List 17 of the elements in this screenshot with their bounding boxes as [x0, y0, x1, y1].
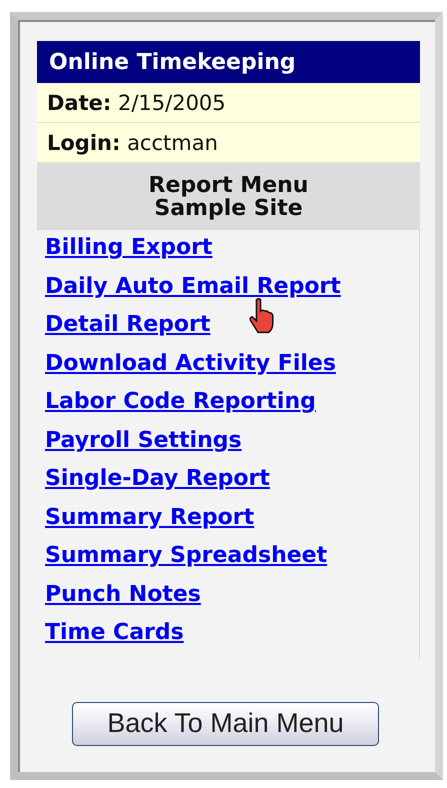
report-link[interactable]: Billing Export [45, 234, 212, 262]
report-link[interactable]: Summary Report [45, 504, 254, 531]
report-link[interactable]: Time Cards [45, 619, 184, 646]
report-link[interactable]: Detail Report [45, 311, 210, 338]
info-row: Date: 2/15/2005 [47, 90, 226, 114]
report-link[interactable]: Single-Day Report [45, 465, 270, 492]
report-link[interactable]: Download Activity Files [45, 350, 336, 377]
report-link[interactable]: Punch Notes [45, 580, 201, 608]
report-link[interactable]: Payroll Settings [45, 426, 242, 454]
back-button[interactable]: Back To Main Menu [72, 702, 379, 746]
report-link[interactable]: Summary Spreadsheet [45, 542, 328, 570]
info-row: Login: acctman [47, 130, 218, 154]
report-link[interactable]: Labor Code Reporting [45, 388, 316, 416]
report-link[interactable]: Daily Auto Email Report [45, 272, 341, 300]
panel-title: Online Timekeeping [37, 41, 420, 83]
heading-text: Report Menu [148, 174, 308, 197]
heading-text: Sample Site [154, 197, 303, 220]
